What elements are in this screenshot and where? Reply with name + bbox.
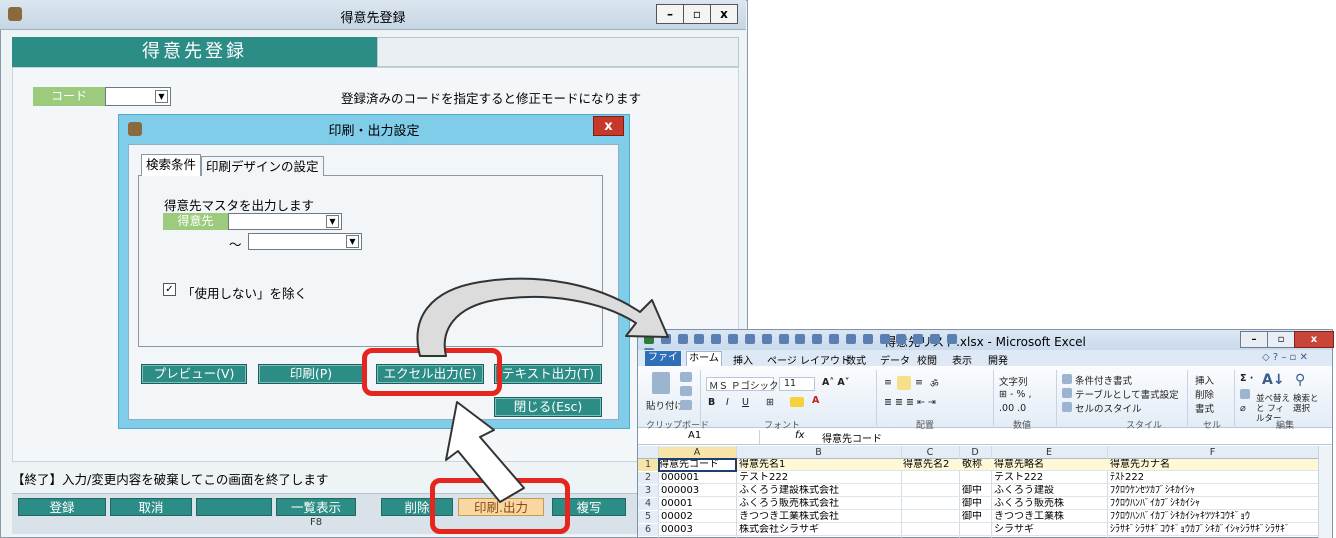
- up-arrow-icon: [445, 401, 525, 503]
- callout-arrows: [416, 277, 669, 503]
- curved-arrow-icon: [416, 277, 669, 357]
